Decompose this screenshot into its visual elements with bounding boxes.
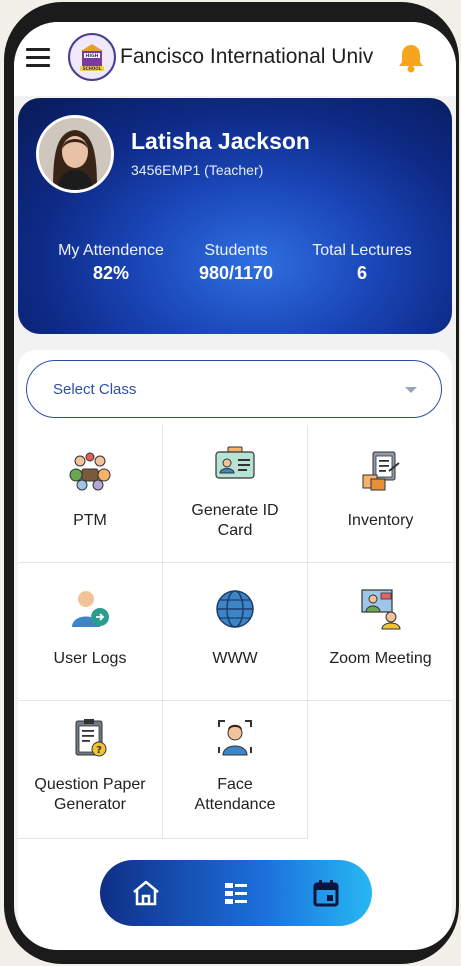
stat-value: 6 [356,263,367,283]
svg-text:HIGH: HIGH [86,53,99,59]
phone-bezel: HIGH SCHOOL Fancisco International Univ [4,2,459,964]
teacher-name: Latisha Jackson [131,128,310,154]
calendar-icon[interactable] [310,877,342,909]
menu-label-line2: Card [217,522,253,539]
avatar [36,115,114,193]
menu-label: Generate ID Card [163,501,307,541]
profile-card: Latisha Jackson 3456EMP1 (Teacher) My At… [18,98,452,334]
menu-label-line2: Attendance [194,796,276,813]
device-frame: HIGH SCHOOL Fancisco International Univ [0,0,461,966]
stat-label: Students [204,242,268,259]
bottom-navigation [100,860,372,926]
stat-students: Students 980/1170 [186,242,286,284]
user-login-icon [68,587,112,631]
menu-item-zoom-meeting[interactable]: Zoom Meeting [308,563,453,701]
menu-item-www[interactable]: WWW [163,563,308,701]
menu-item-question-paper-generator[interactable]: ? Question Paper Generator [18,701,163,839]
menu-item-user-logs[interactable]: User Logs [18,563,163,701]
list-icon[interactable] [220,877,252,909]
menu-item-generate-id-card[interactable]: Generate ID Card [163,425,308,563]
app-title: Fancisco International Univ [120,45,374,68]
select-class-dropdown[interactable]: Select Class [26,360,442,418]
stat-label: Total Lectures [312,242,412,259]
question-paper-icon: ? [68,717,112,761]
school-logo: HIGH SCHOOL [68,33,116,81]
menu-label: WWW [212,650,258,667]
menu-label: Question Paper Generator [18,775,162,815]
menu-item-inventory[interactable]: Inventory [308,425,453,563]
face-scan-icon [213,715,257,759]
home-icon[interactable] [130,877,162,909]
menu-label: User Logs [53,650,127,667]
menu-label: PTM [73,512,107,529]
stat-value: 82% [92,263,130,283]
hamburger-icon[interactable] [26,48,50,68]
globe-icon [213,587,257,631]
select-class-label: Select Class [53,381,137,398]
menu-label: Zoom Meeting [329,650,432,667]
menu-item-ptm[interactable]: PTM [18,425,163,563]
bell-icon[interactable] [396,42,426,74]
meeting-people-icon [68,449,112,493]
app-bar: HIGH SCHOOL Fancisco International Univ [14,22,456,96]
employee-id: 3456EMP1 (Teacher) [131,162,264,178]
chevron-down-icon [405,387,417,393]
stat-value: 980/1170 [198,263,274,283]
stat-label: My Attendence [58,242,164,259]
clipboard-boxes-icon [359,449,403,493]
menu-label: Inventory [347,512,414,529]
id-card-icon [213,443,257,487]
menu-label-line2: Generator [53,796,127,813]
stat-attendance: My Attendence 82% [56,242,166,284]
svg-text:?: ? [96,745,102,756]
svg-text:SCHOOL: SCHOOL [83,66,102,71]
app-screen: HIGH SCHOOL Fancisco International Univ [14,22,456,950]
menu-label-line1: Face [217,776,253,793]
menu-label-line1: Generate ID [191,502,279,519]
menu-label: Face Attendance [163,775,307,815]
menu-item-face-attendance[interactable]: Face Attendance [163,701,308,839]
video-conference-icon [359,587,403,631]
stat-lectures: Total Lectures 6 [304,242,420,284]
menu-label-line1: Question Paper [34,776,146,793]
